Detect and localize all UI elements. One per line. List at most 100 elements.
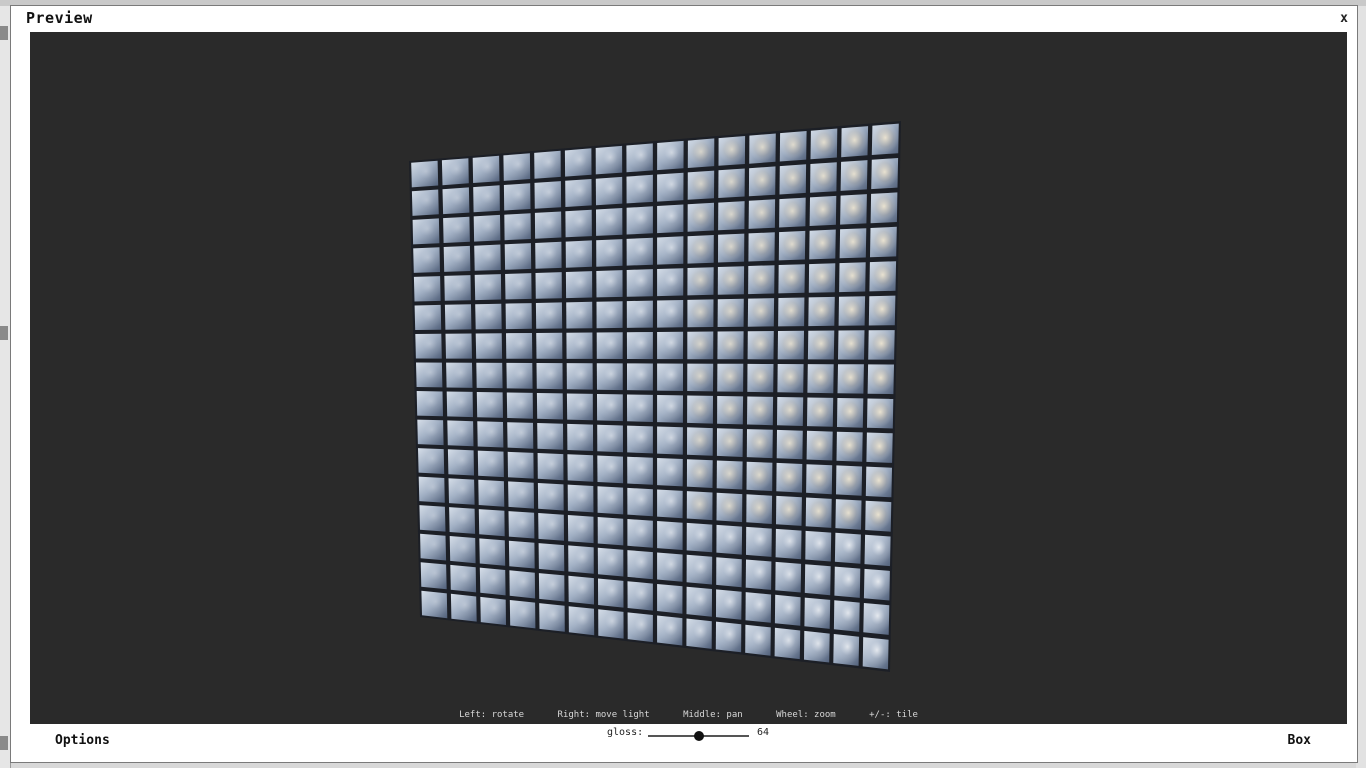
tile-highlight	[420, 533, 447, 561]
tile-highlight	[598, 609, 624, 639]
tile-highlight	[777, 364, 804, 393]
tile-highlight	[716, 428, 743, 457]
tile-highlight	[807, 397, 834, 427]
tile-highlight	[595, 145, 623, 175]
tile-highlight	[413, 276, 441, 302]
tile-highlight	[447, 420, 474, 447]
tile-highlight	[807, 330, 835, 360]
tile-highlight	[626, 206, 653, 235]
tile-highlight	[868, 295, 896, 326]
hint-pan: Middle: pan	[683, 710, 743, 720]
tile-highlight	[837, 364, 864, 394]
tile-highlight	[537, 483, 564, 511]
tile-highlight	[417, 419, 444, 446]
tile-highlight	[657, 300, 684, 328]
tile-highlight	[476, 362, 503, 389]
tile-highlight	[566, 332, 593, 359]
tile-highlight	[865, 466, 892, 498]
tile-highlight	[534, 150, 561, 179]
tile-highlight	[717, 363, 744, 392]
tile-highlight	[536, 332, 563, 359]
tile-highlight	[506, 333, 533, 359]
tile-highlight	[597, 486, 624, 515]
tile-highlight	[863, 603, 890, 635]
tile-highlight	[474, 274, 502, 301]
tile-highlight	[565, 179, 592, 207]
tile-highlight	[866, 432, 893, 463]
tile-highlight	[657, 363, 683, 391]
box-button[interactable]: Box	[1288, 733, 1311, 748]
gloss-slider[interactable]	[648, 731, 749, 741]
tile-highlight	[420, 562, 447, 590]
tile-highlight	[718, 168, 745, 198]
close-button[interactable]: x	[1337, 11, 1351, 27]
tile-highlight	[474, 244, 501, 271]
tile-highlight	[480, 596, 506, 625]
tile-highlight	[413, 247, 440, 273]
tile-highlight	[565, 240, 592, 268]
tile-highlight	[536, 363, 563, 390]
tile-highlight	[509, 600, 536, 629]
tile-highlight	[748, 232, 775, 262]
tile-highlight	[716, 524, 743, 555]
tile-highlight	[448, 478, 475, 505]
tile-highlight	[839, 262, 866, 293]
tile-highlight	[864, 534, 891, 567]
tile-highlight	[627, 612, 653, 643]
tile-highlight	[568, 575, 594, 605]
tile-highlight	[835, 499, 862, 530]
tile-highlight	[804, 597, 831, 629]
tile-highlight	[809, 195, 837, 226]
tile-highlight	[868, 330, 895, 360]
tile-highlight	[838, 330, 865, 360]
tile-highlight	[717, 331, 744, 360]
tile-highlight	[715, 621, 742, 653]
options-button[interactable]: Options	[55, 733, 110, 748]
tile-highlight	[657, 204, 684, 234]
tile-highlight	[686, 618, 712, 649]
tile-highlight	[505, 303, 532, 330]
tile-highlight	[776, 429, 803, 460]
tile-highlight	[539, 603, 565, 632]
tile-highlight	[808, 263, 836, 293]
tile-highlight	[775, 528, 802, 560]
tile-highlight	[687, 170, 715, 200]
tile-highlight	[779, 131, 807, 162]
tile-highlight	[657, 458, 683, 487]
tile-highlight	[834, 532, 861, 564]
tile-highlight	[776, 495, 802, 526]
tile-highlight	[657, 331, 684, 360]
tile-highlight	[449, 507, 476, 534]
tile-highlight	[686, 491, 713, 521]
tile-highlight	[419, 505, 446, 532]
tile-highlight	[716, 557, 742, 588]
tile-highlight	[869, 261, 897, 292]
tile-highlight	[716, 492, 743, 523]
tile-highlight	[415, 333, 442, 359]
tile-highlight	[657, 236, 684, 265]
tile-highlight	[538, 543, 565, 572]
gloss-slider-thumb[interactable]	[693, 731, 704, 741]
tile-highlight	[717, 266, 745, 295]
tile-highlight	[865, 500, 892, 532]
tile-highlight	[596, 270, 623, 298]
tile-highlight	[657, 140, 684, 171]
tile-highlight	[445, 333, 472, 359]
tile-highlight	[627, 363, 653, 391]
tile-highlight	[418, 448, 445, 474]
tile-highlight	[421, 590, 448, 619]
tile-highlight	[686, 586, 712, 617]
tile-highlight	[657, 552, 683, 582]
background-app-mark	[0, 736, 8, 750]
tile-highlight	[535, 241, 562, 269]
tile-highlight	[504, 243, 532, 270]
tile-highlight	[840, 194, 867, 225]
tile-highlight	[687, 138, 715, 168]
preview-dialog: Preview x Left: rotate Right: move light…	[10, 5, 1358, 763]
tile-highlight	[443, 245, 471, 272]
tile-highlight	[717, 396, 744, 425]
tile-highlight	[746, 526, 772, 557]
gloss-label: gloss:	[607, 727, 644, 738]
3d-preview-viewport[interactable]: Left: rotate Right: move light Middle: p…	[30, 32, 1347, 724]
tile-highlight	[862, 637, 889, 670]
